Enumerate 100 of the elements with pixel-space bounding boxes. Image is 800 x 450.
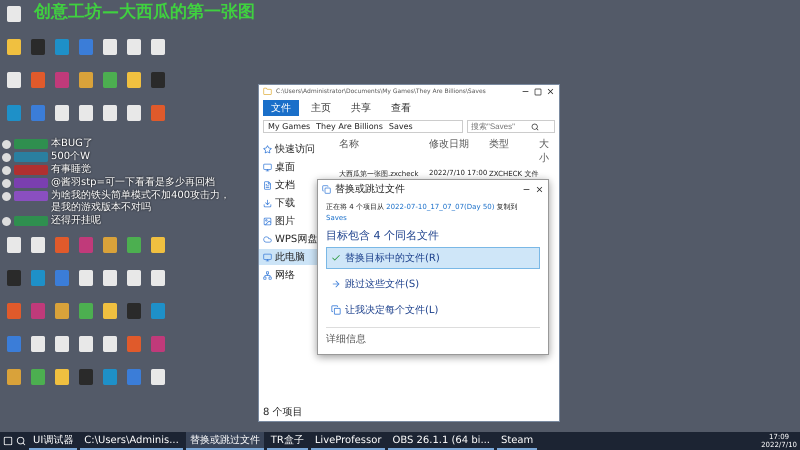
desktop-icon[interactable]: [103, 237, 117, 253]
column-header[interactable]: 修改日期: [429, 137, 489, 165]
desktop-icon[interactable]: [7, 105, 21, 121]
desktop-icon[interactable]: [31, 336, 45, 352]
desktop-icon[interactable]: [151, 303, 165, 319]
status-text: 8 个项目: [262, 406, 304, 420]
chat-message: @酱羽stp=可一下看看是多少再回档: [51, 177, 215, 189]
desktop-icon[interactable]: [103, 270, 117, 286]
column-header[interactable]: 大小: [539, 137, 555, 165]
option-button[interactable]: 替换目标中的文件(R): [326, 247, 540, 269]
desktop-icon[interactable]: [151, 105, 165, 121]
desktop-icon[interactable]: [31, 303, 45, 319]
sidebar-icon: [263, 216, 272, 226]
desktop-icon[interactable]: [103, 303, 117, 319]
desktop-icon[interactable]: [127, 369, 141, 385]
desktop-icon[interactable]: [31, 72, 45, 88]
taskbar-item[interactable]: 替换或跳过文件: [186, 432, 264, 450]
desktop-icon[interactable]: [55, 336, 69, 352]
column-header[interactable]: 名称: [339, 137, 429, 165]
sidebar-item[interactable]: 桌面: [259, 159, 335, 175]
desktop-icon[interactable]: [151, 72, 165, 88]
taskbar-item[interactable]: TR盒子: [266, 432, 308, 450]
details-button[interactable]: 详细信息: [326, 327, 540, 350]
desktop-icon[interactable]: [79, 72, 93, 88]
desktop-icon[interactable]: [127, 72, 141, 88]
maximize-icon[interactable]: [534, 88, 542, 96]
desktop-icon[interactable]: [103, 105, 117, 121]
desktop-icon[interactable]: [55, 237, 69, 253]
column-header[interactable]: 类型: [489, 137, 539, 165]
desktop-icon[interactable]: [151, 237, 165, 253]
chat-message: 500个W: [51, 151, 90, 163]
desktop-icon[interactable]: [31, 237, 45, 253]
address-bar[interactable]: My Games They Are Billions Saves: [263, 120, 463, 133]
ribbon-tab[interactable]: 查看: [383, 100, 419, 116]
sidebar-icon: [263, 198, 272, 208]
taskbar-item[interactable]: OBS 26.1.1 (64 bi...: [388, 432, 494, 450]
desktop-icon[interactable]: [127, 105, 141, 121]
desktop-icon[interactable]: [7, 72, 21, 88]
desktop-icon[interactable]: [103, 39, 117, 55]
sidebar-icon: [263, 270, 272, 280]
ribbon-tab[interactable]: 文件: [263, 100, 299, 116]
desktop-icon[interactable]: [7, 303, 21, 319]
search-icon[interactable]: [531, 122, 539, 130]
desktop-icon[interactable]: [151, 270, 165, 286]
avatar-icon: [2, 217, 11, 226]
breadcrumb-item[interactable]: My Games: [268, 122, 310, 131]
stream-title: 创意工坊—大西瓜的第一张图: [34, 1, 255, 23]
desktop-icon[interactable]: [127, 39, 141, 55]
desktop-icon[interactable]: [55, 105, 69, 121]
folder-icon: [263, 87, 272, 96]
desktop-icon[interactable]: [7, 39, 21, 55]
desktop-icon[interactable]: [151, 336, 165, 352]
taskbar-item[interactable]: C:\Users\Adminis...: [80, 432, 183, 450]
breadcrumb-item[interactable]: Saves: [388, 122, 413, 131]
desktop-icon[interactable]: [79, 369, 93, 385]
desktop-icon[interactable]: [79, 105, 93, 121]
desktop-icon[interactable]: [79, 39, 93, 55]
desktop-icon[interactable]: [7, 369, 21, 385]
taskbar-item[interactable]: Steam: [497, 432, 538, 450]
desktop-icon[interactable]: [127, 270, 141, 286]
desktop-icon[interactable]: [7, 270, 21, 286]
desktop-icon[interactable]: [55, 303, 69, 319]
desktop-icon[interactable]: [127, 336, 141, 352]
sidebar-icon: [263, 252, 272, 262]
desktop-icon[interactable]: [79, 303, 93, 319]
search-field[interactable]: 搜索"Saves": [467, 120, 555, 133]
desktop-icon[interactable]: [31, 369, 45, 385]
desktop-icon[interactable]: [79, 270, 93, 286]
desktop-icon[interactable]: [7, 237, 21, 253]
desktop-icon[interactable]: [7, 6, 21, 22]
close-icon[interactable]: [535, 184, 544, 194]
sidebar-icon: [263, 144, 272, 154]
desktop-icon[interactable]: [127, 237, 141, 253]
desktop-icon[interactable]: [79, 336, 93, 352]
taskbar-item[interactable]: LiveProfessor: [310, 432, 386, 450]
desktop-icon[interactable]: [31, 105, 45, 121]
ribbon-tab[interactable]: 主页: [303, 100, 339, 116]
ribbon-tab[interactable]: 共享: [343, 100, 379, 116]
desktop-icon[interactable]: [127, 303, 141, 319]
desktop-icon[interactable]: [103, 336, 117, 352]
sidebar-item[interactable]: 文档: [259, 177, 335, 193]
breadcrumb-item[interactable]: They Are Billions: [316, 122, 383, 131]
desktop-icon[interactable]: [55, 369, 69, 385]
desktop-icon[interactable]: [79, 237, 93, 253]
chat-message: 有事睡觉: [51, 164, 91, 176]
desktop-icon[interactable]: [151, 39, 165, 55]
desktop-icon[interactable]: [55, 270, 69, 286]
desktop-icon[interactable]: [55, 72, 69, 88]
desktop-icon[interactable]: [103, 72, 117, 88]
desktop-icon[interactable]: [55, 39, 69, 55]
option-button[interactable]: 让我决定每个文件(L): [326, 299, 540, 321]
start-icon[interactable]: [3, 436, 13, 446]
desktop-icon[interactable]: [31, 270, 45, 286]
desktop-icon[interactable]: [103, 369, 117, 385]
desktop-icon[interactable]: [7, 336, 21, 352]
close-icon[interactable]: [546, 87, 555, 96]
desktop-icon[interactable]: [31, 39, 45, 55]
desktop-icon[interactable]: [151, 369, 165, 385]
taskbar-item[interactable]: UI调试器: [29, 432, 78, 450]
sidebar-item[interactable]: 快速访问: [259, 141, 335, 157]
